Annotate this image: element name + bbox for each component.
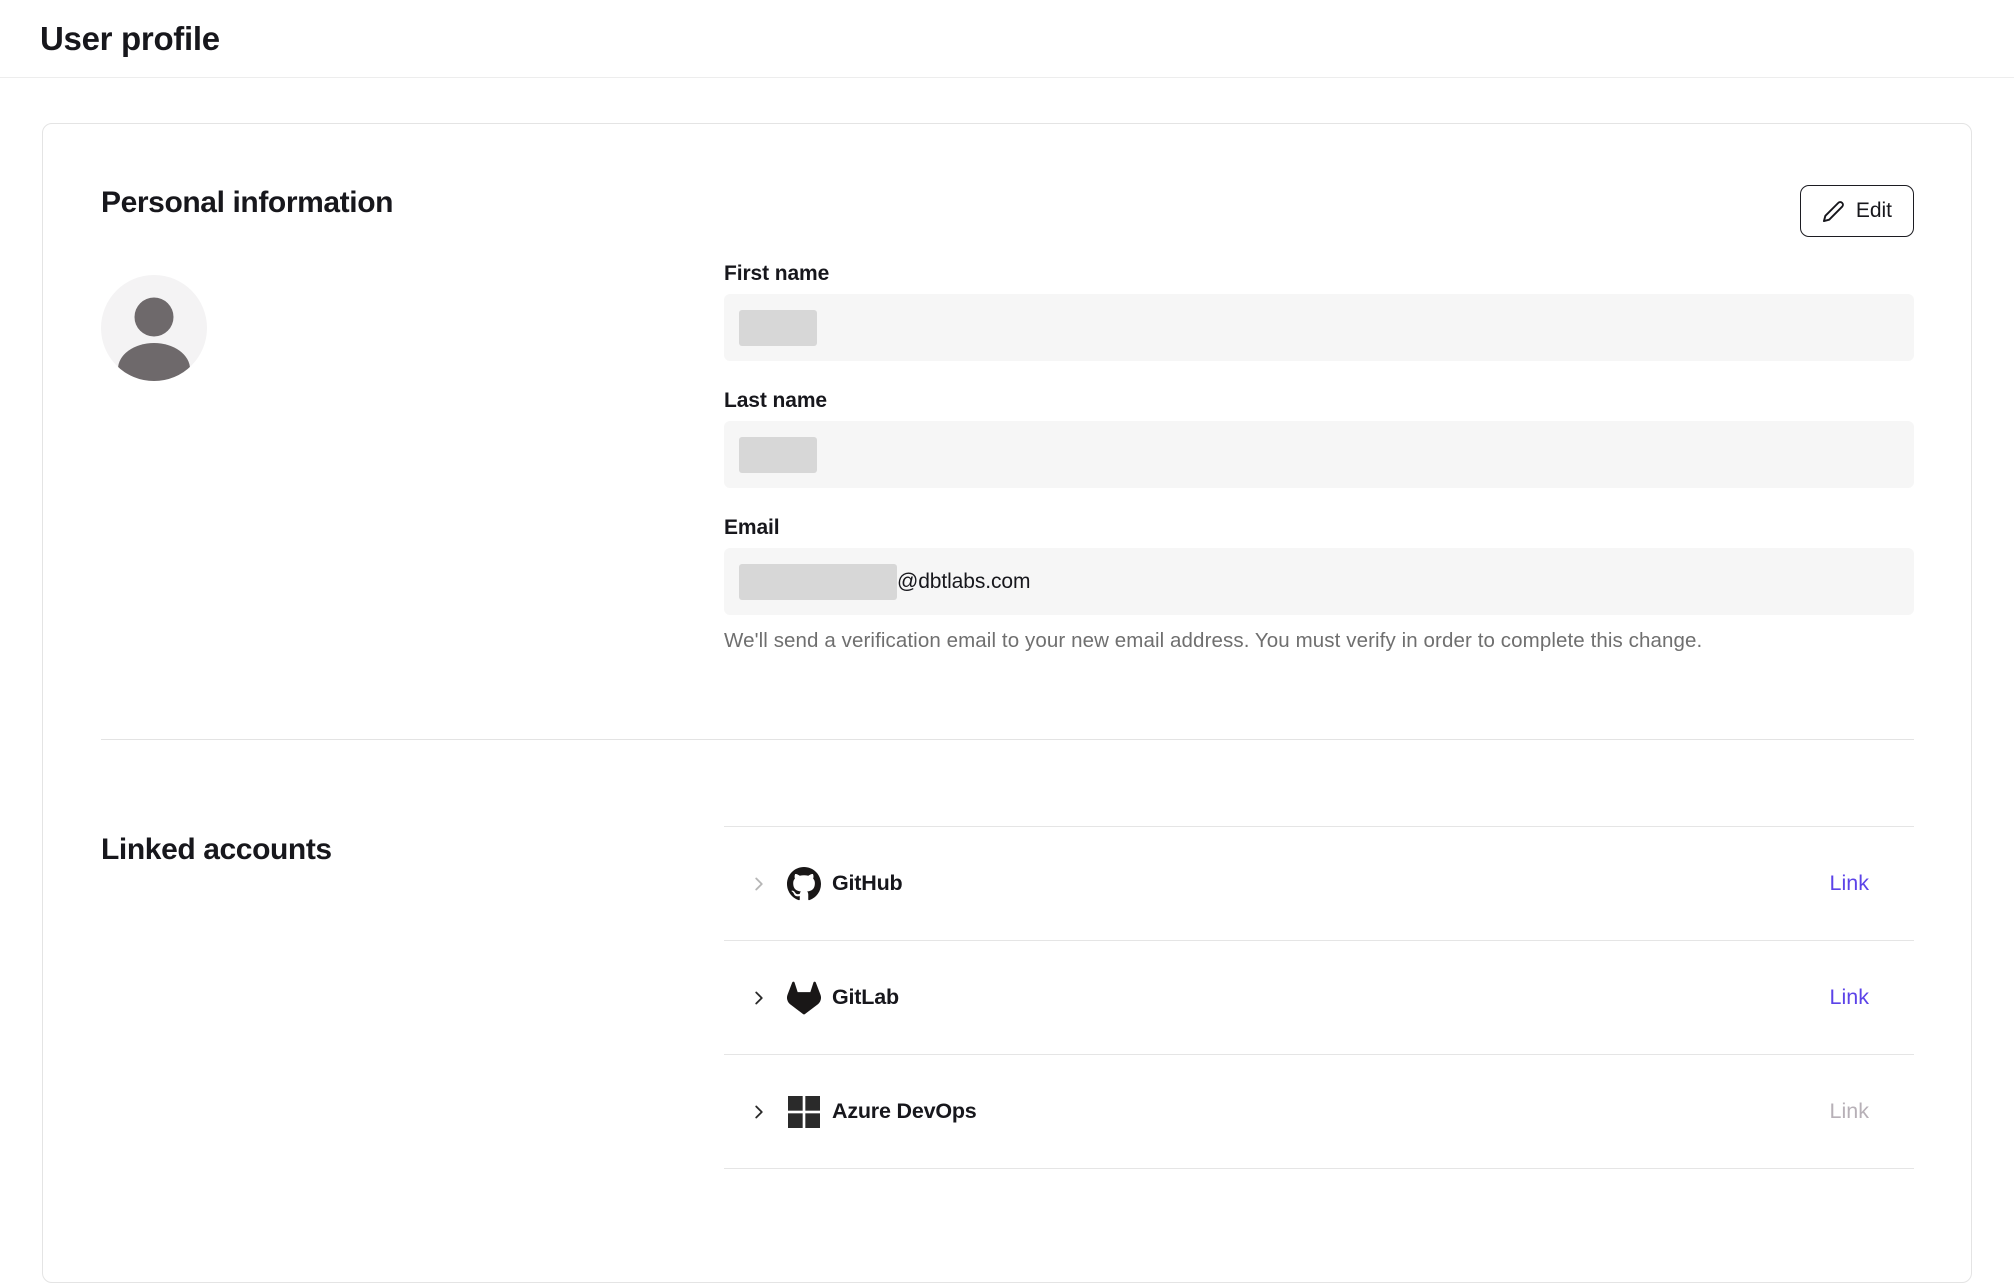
- redacted-email-local-part: [739, 564, 897, 600]
- last-name-field: Last name: [724, 389, 1914, 488]
- github-link-action[interactable]: Link: [1830, 871, 1869, 896]
- first-name-label: First name: [724, 262, 1914, 286]
- linked-accounts-title: Linked accounts: [101, 826, 724, 1169]
- section-divider: [101, 739, 1914, 740]
- linked-accounts-section: Linked accounts GitHub Link: [101, 826, 1914, 1169]
- email-help-text: We'll send a verification email to your …: [724, 629, 1914, 653]
- email-field: Email @dbtlabs.com We'll send a verifica…: [724, 516, 1914, 653]
- redacted-first-name-value: [739, 310, 817, 346]
- profile-card: Personal information Edit First: [42, 123, 1972, 1283]
- page-title: User profile: [40, 20, 220, 58]
- account-row-gitlab[interactable]: GitLab Link: [724, 941, 1914, 1055]
- chevron-right-icon[interactable]: [748, 1101, 770, 1123]
- linked-accounts-list: GitHub Link GitLab Link: [724, 826, 1914, 1169]
- account-name: Azure DevOps: [832, 1099, 977, 1124]
- account-name: GitHub: [832, 871, 902, 896]
- first-name-input: [724, 294, 1914, 361]
- gitlab-tanuki-icon: [786, 980, 822, 1016]
- first-name-field: First name: [724, 262, 1914, 361]
- redacted-last-name-value: [739, 437, 817, 473]
- avatar: [101, 262, 724, 653]
- personal-info-fields: First name Last name Email @dbtlabs.com …: [724, 262, 1914, 653]
- account-name: GitLab: [832, 985, 899, 1010]
- last-name-input: [724, 421, 1914, 488]
- account-row-azure-devops[interactable]: Azure DevOps Link: [724, 1055, 1914, 1169]
- account-row-github[interactable]: GitHub Link: [724, 827, 1914, 941]
- email-label: Email: [724, 516, 1914, 540]
- person-silhouette-icon: [101, 275, 207, 381]
- github-octocat-icon: [786, 866, 822, 902]
- pencil-icon: [1822, 200, 1845, 223]
- azure-devops-link-action: Link: [1830, 1099, 1869, 1124]
- azure-devops-grid-icon: [786, 1094, 822, 1130]
- chevron-right-icon[interactable]: [748, 987, 770, 1009]
- chevron-right-icon[interactable]: [748, 873, 770, 895]
- gitlab-link-action[interactable]: Link: [1830, 985, 1869, 1010]
- personal-info-title: Personal information: [101, 185, 393, 221]
- page-header: User profile: [0, 0, 2014, 78]
- personal-info-header: Personal information Edit: [101, 185, 1914, 237]
- last-name-label: Last name: [724, 389, 1914, 413]
- email-input: @dbtlabs.com: [724, 548, 1914, 615]
- edit-button[interactable]: Edit: [1800, 185, 1914, 237]
- personal-info-section: First name Last name Email @dbtlabs.com …: [101, 262, 1914, 653]
- edit-button-label: Edit: [1856, 199, 1892, 223]
- email-domain-suffix: @dbtlabs.com: [897, 570, 1030, 594]
